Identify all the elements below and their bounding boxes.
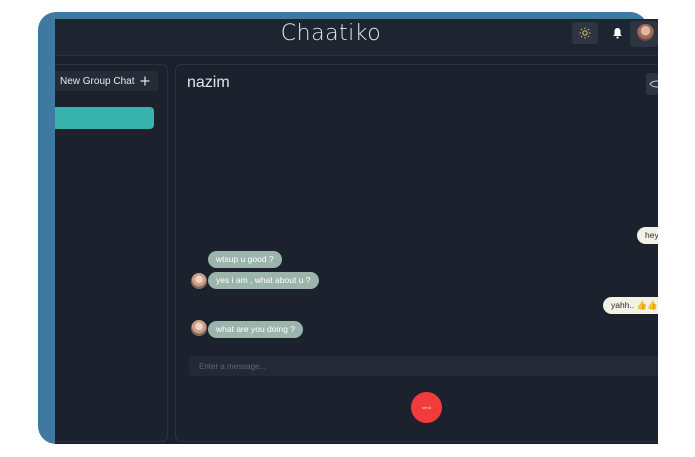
send-button[interactable]: send [411, 392, 442, 423]
sender-avatar [191, 273, 207, 289]
message-bubble-incoming: what are you doing ? [208, 321, 303, 338]
chat-contact-name: nazim [187, 74, 230, 91]
notifications-button[interactable] [608, 24, 626, 42]
sender-avatar [191, 320, 207, 336]
new-group-chat-button[interactable]: New Group Chat [55, 71, 158, 91]
app-title: Chaatiko [280, 21, 382, 46]
app-window: Chaatiko New Group Chat nazim hey wtsup … [55, 19, 658, 444]
sidebar: New Group Chat [55, 64, 168, 442]
message-input[interactable] [189, 356, 658, 376]
chat-panel: nazim hey wtsup u good ? yes i am , what… [175, 64, 658, 442]
message-bubble-incoming: wtsup u good ? [208, 251, 282, 268]
top-bar: Chaatiko [55, 19, 658, 56]
new-group-chat-label: New Group Chat [60, 75, 135, 87]
eye-icon [649, 80, 658, 88]
theme-toggle-button[interactable] [572, 22, 598, 44]
user-avatar-button[interactable] [630, 21, 658, 47]
plus-icon [140, 76, 150, 86]
view-profile-button[interactable] [646, 73, 658, 95]
avatar [637, 24, 654, 41]
message-bubble-incoming: yes i am , what about u ? [208, 272, 319, 289]
message-bubble-outgoing: yahh.. 👍👍 [603, 297, 658, 314]
sun-icon [579, 27, 591, 39]
message-bubble-outgoing: hey [637, 227, 658, 244]
bell-icon [612, 28, 622, 39]
sidebar-chat-item-active[interactable] [55, 107, 154, 129]
